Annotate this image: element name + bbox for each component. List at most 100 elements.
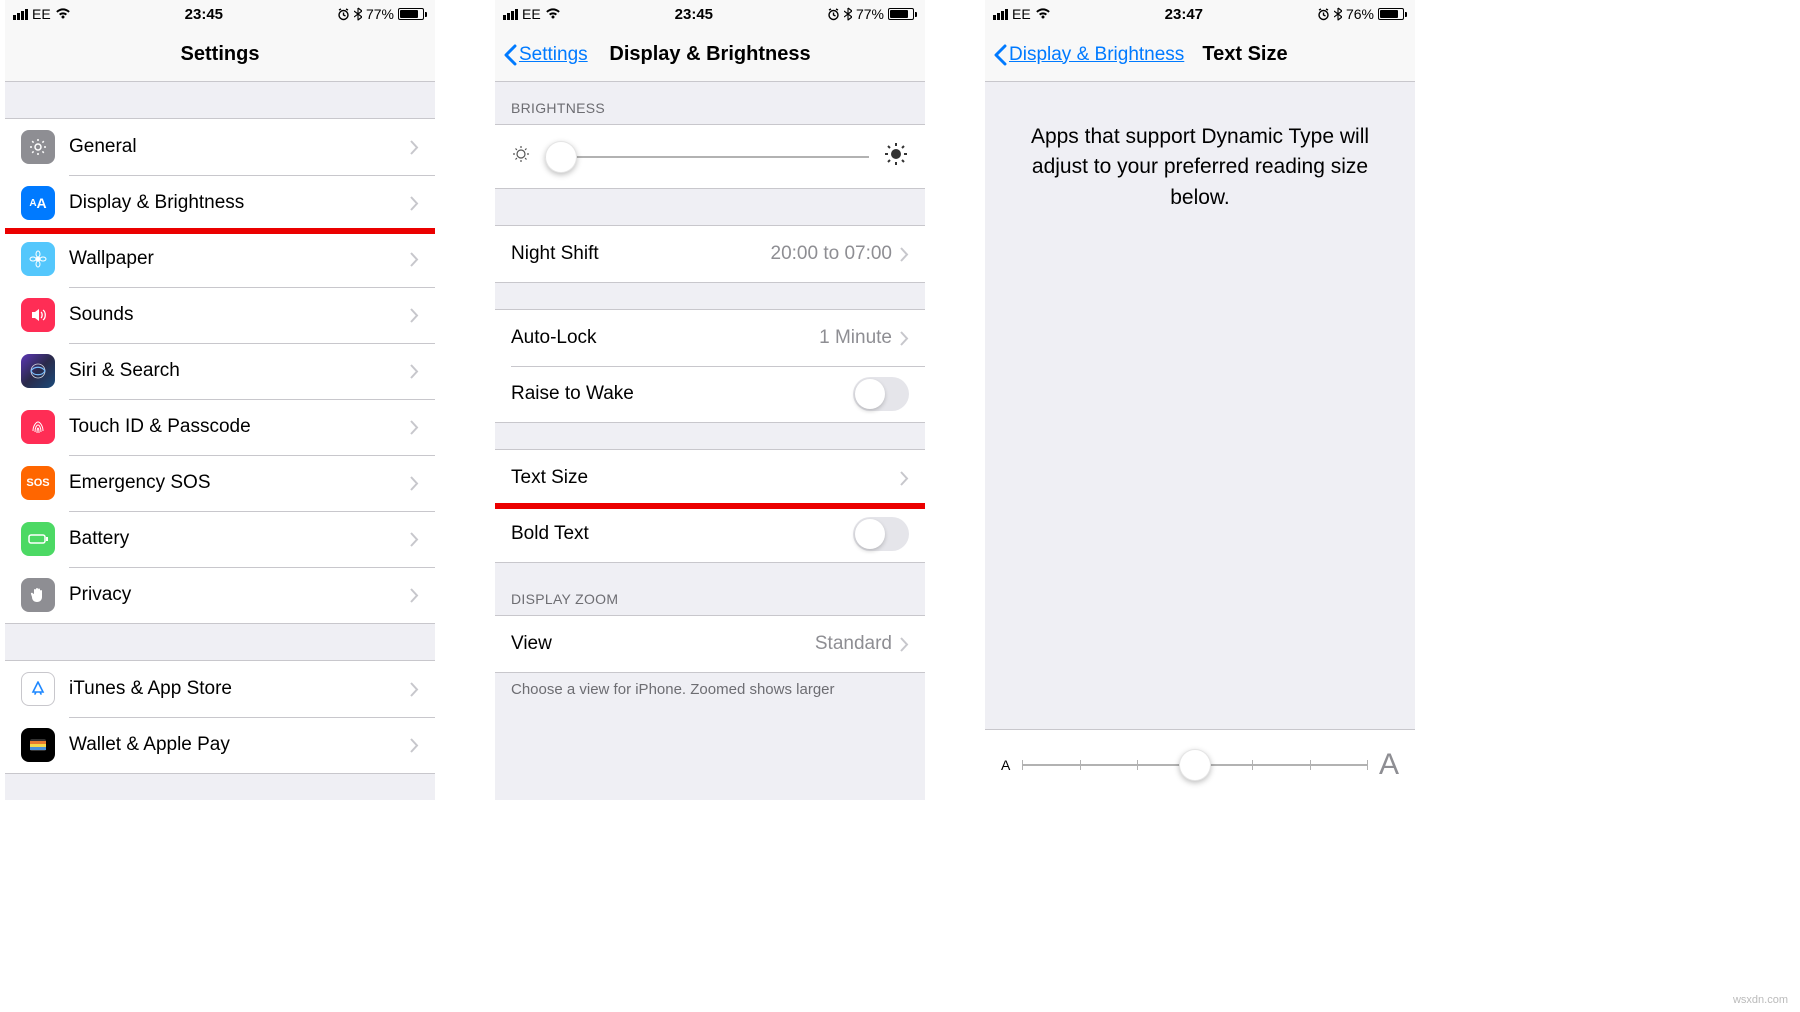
chevron-right-icon: [410, 308, 419, 323]
fingerprint-icon: [21, 410, 55, 444]
slider-thumb[interactable]: [545, 141, 577, 173]
app-store-icon: [21, 672, 55, 706]
status-bar: EE 23:45 77%: [5, 0, 435, 28]
sos-icon: SOS: [21, 466, 55, 500]
brightness-slider-row: [495, 124, 925, 189]
screen-display-brightness: EE 23:45 77% Settings Display & Brightne…: [495, 0, 925, 800]
row-label: Text Size: [511, 467, 900, 489]
toggle-raise-to-wake[interactable]: [853, 377, 909, 411]
page-title: Display & Brightness: [609, 43, 810, 66]
settings-row-battery[interactable]: Battery: [5, 511, 435, 567]
wallet-icon: [21, 728, 55, 762]
carrier-label: EE: [1012, 6, 1031, 22]
text-size-slider[interactable]: [1022, 764, 1367, 766]
settings-row-itunes-appstore[interactable]: iTunes & App Store: [5, 661, 435, 717]
letter-small: A: [1001, 757, 1010, 773]
gear-icon: [21, 130, 55, 164]
status-time: 23:45: [185, 6, 223, 23]
settings-row-wallpaper[interactable]: Wallpaper: [5, 231, 435, 287]
nav-bar: Settings Display & Brightness: [495, 28, 925, 82]
settings-row-siri-search[interactable]: Siri & Search: [5, 343, 435, 399]
sun-large-icon: [883, 141, 909, 172]
section-header-display-zoom: DISPLAY ZOOM: [495, 563, 925, 615]
text-size-icon: AA: [21, 186, 55, 220]
row-label: Night Shift: [511, 243, 771, 265]
row-text-size[interactable]: Text Size: [495, 450, 925, 506]
text-size-description: Apps that support Dynamic Type will adju…: [985, 82, 1415, 253]
chevron-right-icon: [410, 420, 419, 435]
chevron-right-icon: [410, 140, 419, 155]
row-label: Display & Brightness: [69, 192, 410, 214]
alarm-icon: [337, 8, 350, 21]
row-auto-lock[interactable]: Auto-Lock 1 Minute: [495, 310, 925, 366]
row-label: Privacy: [69, 584, 410, 606]
settings-row-sounds[interactable]: Sounds: [5, 287, 435, 343]
row-label: Raise to Wake: [511, 383, 853, 405]
chevron-left-icon: [503, 44, 517, 66]
flower-icon: [21, 242, 55, 276]
watermark: wsxdn.com: [1733, 994, 1788, 1006]
row-label: Wallet & Apple Pay: [69, 734, 410, 756]
row-label: View: [511, 633, 815, 655]
toggle-bold-text[interactable]: [853, 517, 909, 551]
row-label: Battery: [69, 528, 410, 550]
chevron-right-icon: [900, 331, 909, 346]
row-label: Emergency SOS: [69, 472, 410, 494]
settings-row-touch-id[interactable]: Touch ID & Passcode: [5, 399, 435, 455]
battery-row-icon: [21, 522, 55, 556]
chevron-right-icon: [410, 364, 419, 379]
chevron-right-icon: [410, 738, 419, 753]
back-button[interactable]: Settings: [503, 44, 588, 66]
chevron-right-icon: [410, 196, 419, 211]
bluetooth-icon: [354, 7, 362, 21]
letter-large: A: [1379, 748, 1399, 782]
chevron-right-icon: [410, 252, 419, 267]
text-size-slider-row: A A: [985, 729, 1415, 800]
row-value: 20:00 to 07:00: [771, 243, 893, 265]
row-view[interactable]: View Standard: [495, 616, 925, 672]
siri-icon: [21, 354, 55, 388]
back-button[interactable]: Display & Brightness: [993, 44, 1184, 66]
chevron-right-icon: [410, 476, 419, 491]
chevron-right-icon: [900, 637, 909, 652]
row-label: Bold Text: [511, 523, 853, 545]
carrier-label: EE: [32, 6, 51, 22]
settings-row-privacy[interactable]: Privacy: [5, 567, 435, 623]
nav-bar: Display & Brightness Text Size: [985, 28, 1415, 82]
battery-percent: 76%: [1346, 6, 1374, 22]
brightness-slider[interactable]: [545, 156, 869, 158]
nav-bar: Settings: [5, 28, 435, 82]
wifi-icon: [545, 8, 561, 20]
chevron-right-icon: [410, 682, 419, 697]
row-label: Touch ID & Passcode: [69, 416, 410, 438]
settings-row-emergency-sos[interactable]: SOS Emergency SOS: [5, 455, 435, 511]
chevron-right-icon: [410, 532, 419, 547]
screen-settings: EE 23:45 77% Settings General AA Display…: [5, 0, 435, 800]
settings-row-general[interactable]: General: [5, 119, 435, 175]
battery-percent: 77%: [366, 6, 394, 22]
status-time: 23:47: [1165, 6, 1203, 23]
status-bar: EE 23:47 76%: [985, 0, 1415, 28]
row-night-shift[interactable]: Night Shift 20:00 to 07:00: [495, 226, 925, 282]
battery-percent: 77%: [856, 6, 884, 22]
alarm-icon: [1317, 8, 1330, 21]
status-time: 23:45: [675, 6, 713, 23]
row-label: Siri & Search: [69, 360, 410, 382]
battery-icon: [1378, 8, 1407, 20]
signal-icon: [503, 9, 518, 20]
page-title: Settings: [181, 43, 260, 66]
back-label: Settings: [519, 44, 588, 66]
alarm-icon: [827, 8, 840, 21]
slider-thumb[interactable]: [1179, 749, 1211, 781]
row-label: iTunes & App Store: [69, 678, 410, 700]
settings-row-wallet-apple-pay[interactable]: Wallet & Apple Pay: [5, 717, 435, 773]
row-bold-text[interactable]: Bold Text: [495, 506, 925, 562]
chevron-left-icon: [993, 44, 1007, 66]
settings-row-display-brightness[interactable]: AA Display & Brightness: [5, 175, 435, 231]
row-label: General: [69, 136, 410, 158]
row-raise-to-wake[interactable]: Raise to Wake: [495, 366, 925, 422]
bluetooth-icon: [844, 7, 852, 21]
signal-icon: [993, 9, 1008, 20]
row-label: Wallpaper: [69, 248, 410, 270]
chevron-right-icon: [900, 471, 909, 486]
